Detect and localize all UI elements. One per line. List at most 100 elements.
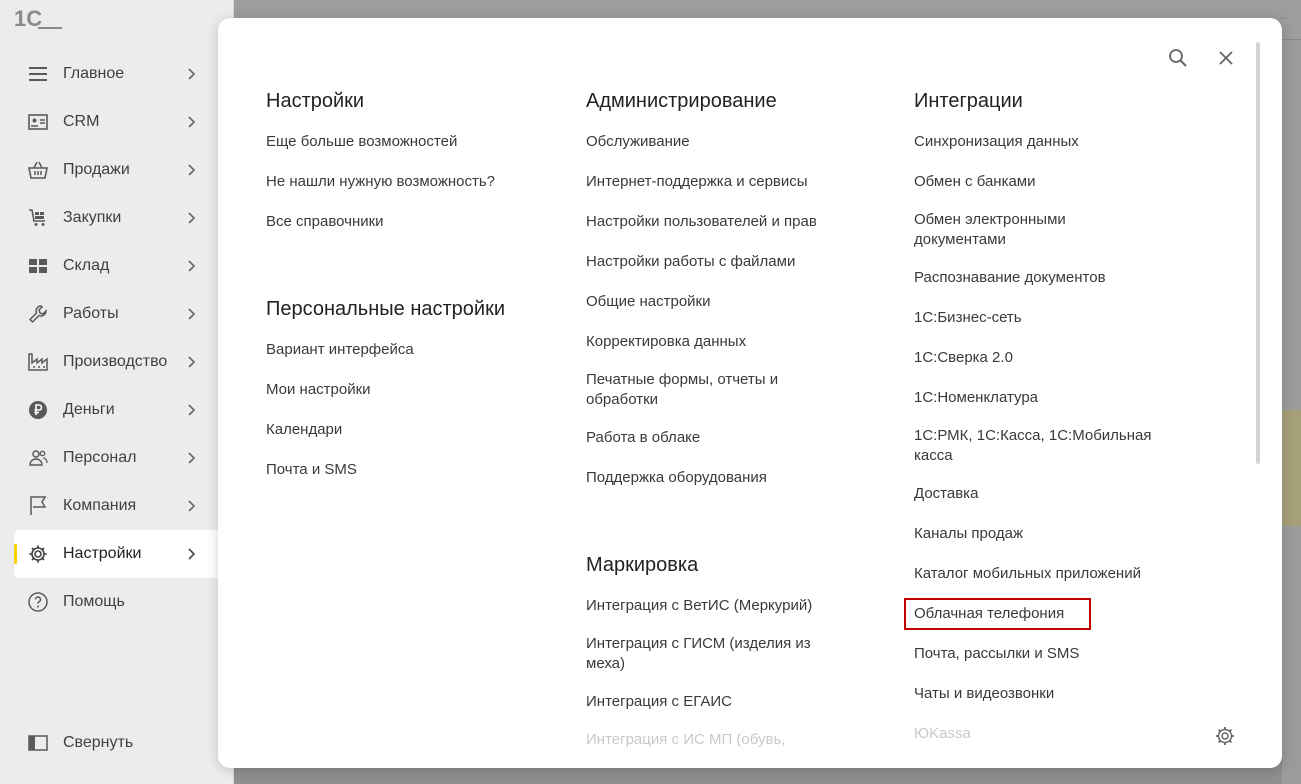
chevron-right-icon [182, 160, 202, 180]
sidebar-item-label: Склад [63, 257, 110, 274]
sidebar-item-label: CRM [63, 113, 100, 130]
menu-link[interactable]: Все справочники [266, 212, 384, 232]
sidebar-item-label: Продажи [63, 161, 130, 178]
sidebar-item-label: Закупки [63, 209, 122, 226]
logo-text: 1С [14, 6, 42, 30]
menu-link[interactable]: Печатные формы, отчеты и обработки [586, 370, 811, 410]
menu-link[interactable]: Обмен с банками [914, 172, 1164, 192]
sidebar-item-label: Персонал [63, 449, 137, 466]
menu-link[interactable]: 1С:Сверка 2.0 [914, 348, 1164, 368]
menu-link[interactable]: Настройки пользователей и прав [586, 212, 846, 232]
sidebar-item-warehouse[interactable]: Склад [0, 242, 218, 290]
menu-link[interactable]: Работа в облаке [586, 428, 836, 448]
section-title-marking: Маркировка [586, 554, 699, 576]
chevron-right-icon [182, 64, 202, 84]
menu-link[interactable]: Поддержка оборудования [586, 468, 836, 488]
chevron-right-icon [182, 256, 202, 276]
menu-link-cloud-telephony[interactable]: Облачная телефония [904, 598, 1164, 630]
menu-link[interactable]: Календари [266, 420, 342, 440]
search-icon [1169, 49, 1187, 67]
sidebar-item-personnel[interactable]: Персонал [0, 434, 218, 482]
menu-link[interactable]: Интеграция с ВетИС (Меркурий) [586, 596, 836, 616]
chevron-right-icon [182, 544, 202, 564]
contact-card-icon [27, 111, 49, 133]
panel-scrollbar[interactable] [1256, 42, 1260, 464]
menu-link[interactable]: Общие настройки [586, 292, 836, 312]
sidebar-item-label: Деньги [63, 401, 115, 418]
chevron-right-icon [182, 400, 202, 420]
chevron-right-icon [182, 304, 202, 324]
menu-link[interactable]: Почта, рассылки и SMS [914, 644, 1164, 664]
background-top-text: ·· [1279, 12, 1287, 24]
menu-link[interactable]: Еще больше возможностей [266, 132, 457, 152]
panel-settings-button[interactable] [1213, 724, 1237, 748]
ruble-icon [27, 399, 49, 421]
menu-link[interactable]: Интеграция с ИС МП (обувь, [586, 730, 836, 750]
sidebar-item-purchases[interactable]: Закупки [0, 194, 218, 242]
settings-menu-panel: Настройки Еще больше возможностей Не наш… [218, 18, 1282, 768]
menu-link[interactable]: Корректировка данных [586, 332, 836, 352]
chevron-right-icon [182, 448, 202, 468]
sidebar-collapse-icon [27, 732, 49, 754]
collapse-sidebar-button[interactable]: Свернуть [27, 732, 133, 754]
section-title-integrations: Интеграции [914, 90, 1023, 112]
help-icon [27, 591, 49, 613]
1c-logo-icon[interactable]: 1С [14, 6, 64, 31]
menu-link[interactable]: Мои настройки [266, 380, 371, 400]
menu-link[interactable]: Синхронизация данных [914, 132, 1164, 152]
sidebar-item-works[interactable]: Работы [0, 290, 218, 338]
menu-link[interactable]: 1С:РМК, 1С:Касса, 1С:Мобильная касса [914, 426, 1159, 466]
menu-link[interactable]: Интеграция с ЕГАИС [586, 692, 836, 712]
factory-icon [27, 351, 49, 373]
background-notice-strip [1279, 410, 1301, 526]
menu-link[interactable]: Интеграция с ГИСМ (изделия из меха) [586, 634, 826, 674]
search-button[interactable] [1166, 46, 1190, 70]
sidebar-item-money[interactable]: Деньги [0, 386, 218, 434]
sidebar-item-label: Компания [63, 497, 137, 514]
menu-link[interactable]: ЮKassa [914, 724, 1164, 744]
menu-link[interactable]: Почта и SMS [266, 460, 357, 480]
sidebar-item-main[interactable]: Главное [0, 50, 218, 98]
sidebar-item-company[interactable]: Компания [0, 482, 218, 530]
wrench-icon [27, 303, 49, 325]
sidebar-nav: Главное CRM Продажи Закупки Склад Работы… [0, 50, 218, 626]
menu-link[interactable]: Обмен электронными документами [914, 210, 1094, 250]
sidebar-item-label: Настройки [63, 545, 142, 562]
chevron-right-icon [182, 112, 202, 132]
collapse-label: Свернуть [63, 734, 134, 751]
warehouse-icon [27, 255, 49, 277]
section-title-personal-settings: Персональные настройки [266, 298, 505, 320]
close-icon [1219, 51, 1233, 65]
menu-link-label: Облачная телефония [914, 605, 1065, 622]
sidebar-item-help[interactable]: Помощь [0, 578, 218, 626]
menu-link[interactable]: Доставка [914, 484, 1164, 504]
menu-link[interactable]: Вариант интерфейса [266, 340, 414, 360]
menu-link[interactable]: 1С:Бизнес-сеть [914, 308, 1164, 328]
sidebar-item-crm[interactable]: CRM [0, 98, 218, 146]
flag-icon [27, 495, 49, 517]
menu-link[interactable]: Обслуживание [586, 132, 836, 152]
menu-link[interactable]: Каналы продаж [914, 524, 1164, 544]
menu-icon [27, 63, 49, 85]
chevron-right-icon [182, 352, 202, 372]
menu-link[interactable]: Чаты и видеозвонки [914, 684, 1164, 704]
menu-link[interactable]: Настройки работы с файлами [586, 252, 836, 272]
chevron-right-icon [182, 208, 202, 228]
section-title-settings: Настройки [266, 90, 365, 112]
close-button[interactable] [1214, 46, 1238, 70]
sidebar-item-label: Помощь [63, 593, 125, 610]
menu-link[interactable]: Интернет-поддержка и сервисы [586, 172, 836, 192]
menu-link[interactable]: Не нашли нужную возможность? [266, 172, 495, 192]
sidebar-item-settings[interactable]: Настройки [14, 530, 218, 578]
sidebar: 1С Главное CRM Продажи Закупки Склад Раб… [0, 0, 234, 784]
gear-icon [1216, 727, 1234, 745]
basket-icon [27, 159, 49, 181]
menu-link[interactable]: 1С:Номенклатура [914, 388, 1164, 408]
menu-link[interactable]: Каталог мобильных приложений [914, 564, 1174, 584]
sidebar-item-sales[interactable]: Продажи [0, 146, 218, 194]
menu-link[interactable]: Распознавание документов [914, 268, 1164, 288]
sidebar-item-production[interactable]: Производство [0, 338, 218, 386]
sidebar-item-label: Производство [63, 353, 168, 370]
section-title-administration: Администрирование [586, 90, 777, 112]
cart-icon [27, 207, 49, 229]
